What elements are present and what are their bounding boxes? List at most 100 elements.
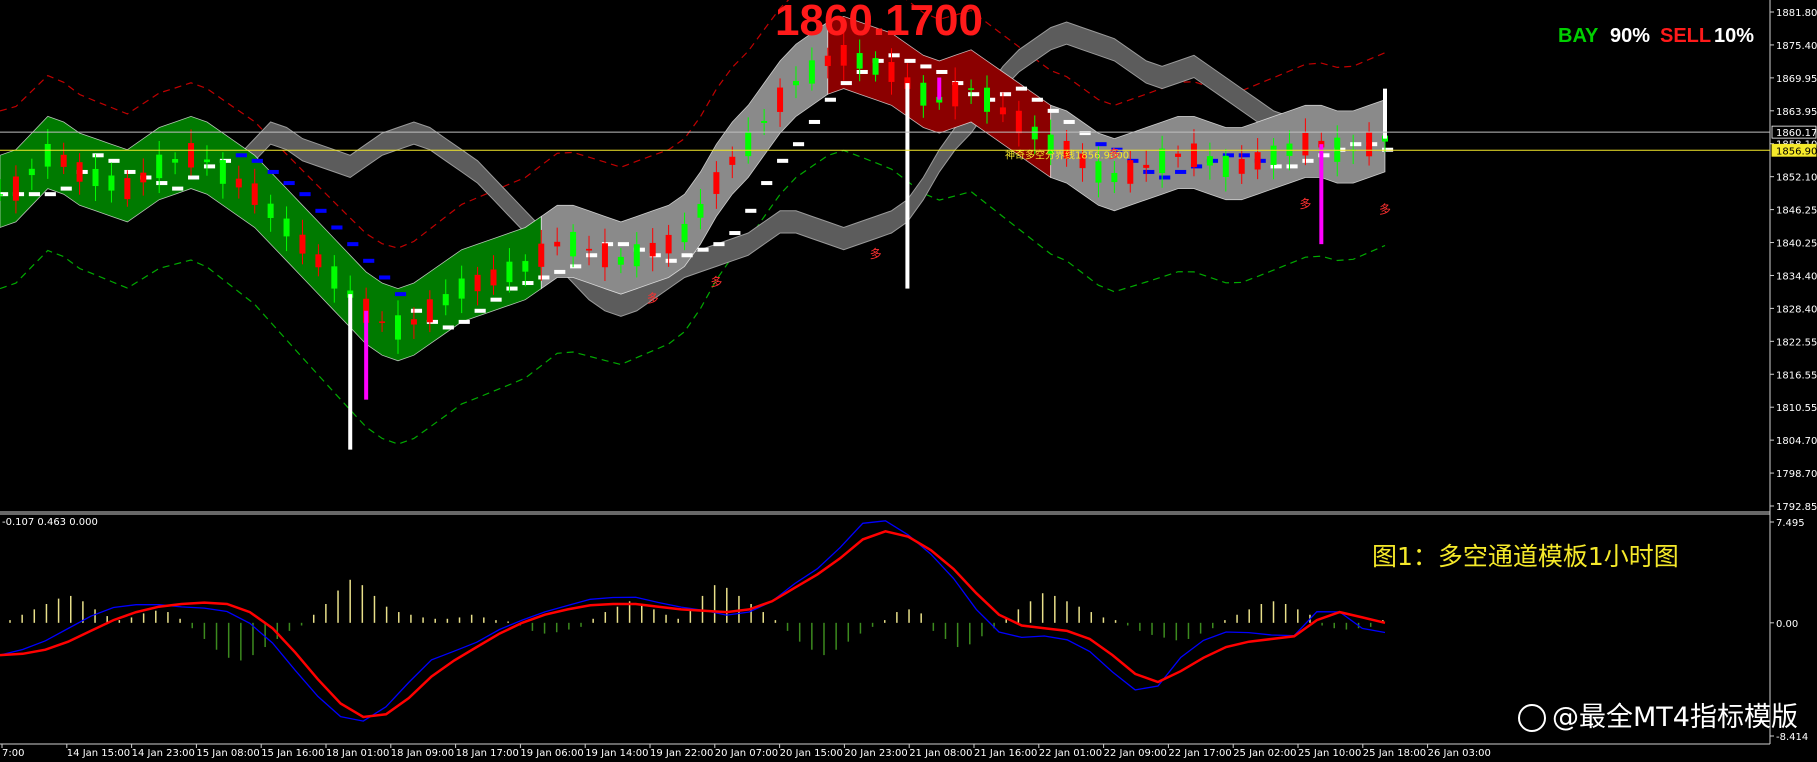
- y-tick-label: 1792.85: [1776, 502, 1817, 513]
- trend-dot: [379, 275, 391, 280]
- trend-dot: [1095, 142, 1107, 147]
- candle-body: [665, 234, 672, 254]
- candle-body: [12, 176, 19, 201]
- trend-dot: [394, 292, 407, 297]
- trend-dot: [538, 275, 550, 280]
- candle-body: [920, 82, 927, 106]
- y-tick-label: 1875.40: [1776, 41, 1817, 52]
- trend-dot: [1382, 147, 1394, 152]
- trend-dot: [729, 231, 741, 236]
- trend-dot: [936, 69, 948, 74]
- x-tick-label: 14 Jan 23:00: [132, 748, 195, 759]
- candle-body: [1254, 152, 1261, 170]
- candle-body: [124, 178, 131, 200]
- candle-body: [156, 154, 163, 179]
- candle-body: [554, 241, 561, 247]
- candle-body: [1127, 160, 1134, 184]
- spike-wick: [348, 294, 353, 450]
- x-tick-label: 21 Jan 08:00: [909, 748, 972, 759]
- trend-dot: [267, 169, 279, 174]
- trend-dot: [1286, 164, 1298, 169]
- candle-body: [999, 107, 1006, 115]
- trend-dot: [888, 53, 900, 58]
- candle-body: [681, 223, 688, 243]
- candle-body: [808, 60, 815, 84]
- trend-dot: [840, 81, 852, 86]
- trend-dot: [824, 97, 836, 102]
- candle-body: [442, 294, 449, 306]
- trend-dot: [1159, 175, 1171, 180]
- signal-marker: 多: [1108, 147, 1120, 161]
- candle-body: [1111, 172, 1118, 183]
- candle-body: [1159, 148, 1166, 174]
- candle-body: [410, 319, 417, 325]
- signal-marker: 多: [710, 275, 722, 289]
- spike-wick: [937, 77, 942, 100]
- candle-body: [888, 62, 895, 82]
- y-tick-label: 1822.55: [1776, 337, 1817, 348]
- sell-percent: 10%: [1714, 25, 1754, 47]
- candle-body: [426, 299, 433, 323]
- candle-body: [729, 156, 736, 165]
- y-tick-label: 1810.55: [1776, 403, 1817, 414]
- candle-body: [856, 53, 863, 69]
- candle-body: [28, 168, 35, 176]
- trading-chart: 神奇多空分界线1856.9000多多多多多 多1881.801875.401869…: [0, 0, 1817, 762]
- trend-dot: [999, 92, 1012, 97]
- y-tick-label: 1816.55: [1776, 370, 1817, 381]
- candle-body: [777, 87, 784, 112]
- candle-body: [1270, 145, 1277, 165]
- spike-wick: [364, 310, 369, 400]
- candle-body: [538, 243, 545, 267]
- candle-body: [490, 269, 497, 286]
- trend-dot: [315, 208, 327, 213]
- indicator-header: -0.107 0.463 0.000: [2, 517, 98, 528]
- candle-body: [952, 82, 959, 107]
- trend-dot: [251, 158, 263, 163]
- trend-dot: [44, 192, 56, 197]
- candle-body: [586, 248, 593, 251]
- candle-body: [1031, 126, 1038, 140]
- candle-body: [394, 315, 401, 340]
- candle-body: [1175, 153, 1182, 157]
- x-tick-label: 25 Jan 18:00: [1363, 748, 1426, 759]
- trend-dot: [442, 325, 454, 330]
- x-tick-label: 22 Jan 17:00: [1168, 748, 1231, 759]
- x-tick-label: 25 Jan 10:00: [1298, 748, 1361, 759]
- trend-dot: [1063, 119, 1075, 124]
- candle-body: [1334, 137, 1341, 162]
- trend-dot: [1270, 164, 1282, 169]
- signal-marker: 多: [1379, 203, 1391, 217]
- y-tick-label: 1834.40: [1776, 271, 1817, 282]
- trend-dot: [522, 281, 534, 286]
- candle-body: [522, 261, 529, 272]
- trend-dot: [363, 258, 375, 263]
- bay-label: BAY: [1558, 25, 1599, 47]
- candle-body: [474, 274, 481, 292]
- x-tick-label: 22 Jan 01:00: [1039, 748, 1102, 759]
- trend-dot: [1238, 153, 1250, 158]
- trend-dot: [92, 153, 104, 158]
- candle-body: [1206, 156, 1213, 166]
- trend-dot: [124, 169, 136, 174]
- y-tick-label: 1840.25: [1776, 239, 1817, 250]
- spike-wick: [1319, 144, 1324, 245]
- candle-body: [299, 234, 306, 254]
- x-tick-label: 18 Jan 17:00: [456, 748, 519, 759]
- signal-marker: 多: [647, 292, 659, 306]
- candle-body: [140, 172, 147, 183]
- candle-body: [60, 154, 67, 167]
- trend-dot: [856, 69, 868, 74]
- trend-dot: [1015, 86, 1027, 91]
- trend-dot: [490, 297, 502, 302]
- trend-dot: [904, 58, 916, 63]
- trend-dot: [1350, 142, 1362, 147]
- chart-caption: 图1：多空通道模板1小时图: [1372, 542, 1679, 571]
- candle-body: [1095, 161, 1102, 183]
- bay-percent: 90%: [1610, 25, 1650, 47]
- y-tick-label: 1846.25: [1776, 206, 1817, 217]
- candle-body: [1366, 132, 1373, 157]
- trend-dot: [665, 258, 677, 263]
- trend-dot: [156, 181, 168, 186]
- trend-dot: [808, 119, 821, 124]
